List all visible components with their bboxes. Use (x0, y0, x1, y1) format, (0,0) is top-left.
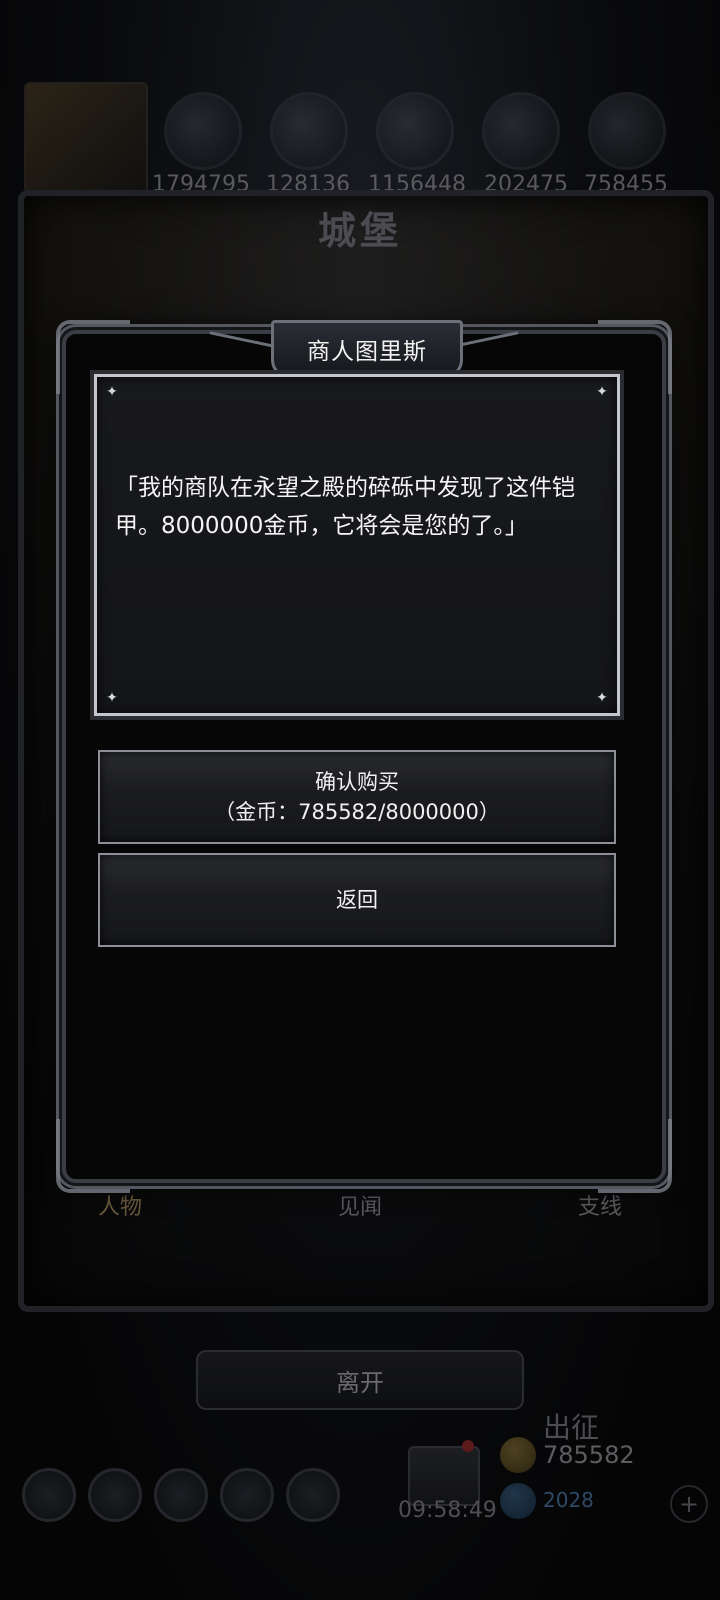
return-button[interactable]: 返回 (98, 853, 616, 947)
game-screen: 1794795 128136 1156448 202475 758455 城堡 … (0, 0, 720, 1600)
confirm-purchase-label: 确认购买 (315, 770, 399, 794)
confirm-purchase-button[interactable]: 确认购买 （金币：785582/8000000） (98, 750, 616, 844)
menu-icon-1[interactable] (22, 1468, 76, 1522)
dialog-title-banner: 商人图里斯 (271, 320, 463, 378)
merchant-message: 「我的商队在永望之殿的碎砾中发现了这件铠甲。8000000金币，它将会是您的了。… (115, 475, 575, 539)
ornament-corner (598, 1119, 672, 1193)
gold-coin-icon (500, 1437, 536, 1473)
gem-icon (500, 1483, 536, 1519)
merchant-dialog: 商人图里斯 ✦ ✦ ✦ ✦ 「我的商队在永望之殿的碎砾中发现了这件铠甲。8000… (56, 320, 672, 1193)
castle-tabs: 人物 见闻 支线 (60, 1180, 660, 1230)
gift-chest-icon[interactable] (408, 1446, 480, 1506)
ornament-corner (56, 1119, 130, 1193)
menu-icon-4[interactable] (220, 1468, 274, 1522)
iron-resource-icon (376, 92, 454, 170)
leave-button[interactable]: 离开 (196, 1350, 524, 1410)
return-label: 返回 (336, 888, 378, 912)
gold-cost-label: （金币：785582/8000000） (214, 800, 500, 824)
tab-stories[interactable]: 见闻 (300, 1189, 420, 1221)
message-panel: ✦ ✦ ✦ ✦ 「我的商队在永望之殿的碎砾中发现了这件铠甲。8000000金币，… (94, 374, 620, 716)
sparkle-icon: ✦ (596, 690, 608, 706)
mana-resource-icon (482, 92, 560, 170)
tab-characters[interactable]: 人物 (60, 1189, 180, 1221)
food-resource-icon (164, 92, 242, 170)
menu-icon-3[interactable] (154, 1468, 208, 1522)
menu-icon-5[interactable] (286, 1468, 340, 1522)
sparkle-icon: ✦ (596, 384, 608, 400)
castle-title: 城堡 (317, 208, 402, 253)
title-ornament (454, 331, 518, 362)
add-icon[interactable]: + (670, 1485, 708, 1523)
stone-resource-icon (588, 92, 666, 170)
gold-amount: 785582 (543, 1441, 635, 1469)
sortie-button[interactable]: 出征 (543, 1406, 599, 1446)
wood-resource-icon (270, 92, 348, 170)
chest-timer: 09:58:49 (398, 1498, 497, 1523)
notification-dot (462, 1440, 474, 1452)
menu-icon-2[interactable] (88, 1468, 142, 1522)
title-ornament (210, 331, 274, 362)
sparkle-icon: ✦ (106, 690, 118, 706)
sparkle-icon: ✦ (106, 384, 118, 400)
tab-sidequests[interactable]: 支线 (540, 1189, 660, 1221)
hero-portrait[interactable] (24, 82, 148, 194)
dialog-title: 商人图里斯 (307, 339, 427, 365)
gem-amount: 2028 (543, 1488, 594, 1512)
